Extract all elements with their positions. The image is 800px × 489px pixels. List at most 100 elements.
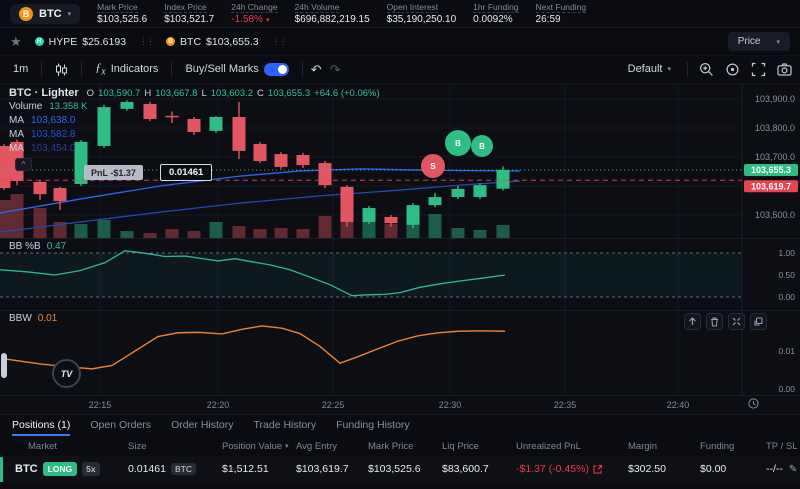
position-row[interactable]: BTC LONG 5x 0.01461BTC $1,512.51 $103,61… <box>0 456 800 482</box>
chevron-down-icon: ▾ <box>667 66 671 73</box>
tab-open-orders[interactable]: Open Orders <box>90 415 151 436</box>
tab-trade-history[interactable]: Trade History <box>254 415 317 436</box>
watch-chip-btc[interactable]: B BTC $103,655.3 <box>166 36 259 48</box>
buy-sell-marks-control: Buy/Sell Marks <box>180 60 293 79</box>
chart-settings-button[interactable] <box>725 62 740 77</box>
chart-toolbar: 1m ƒx Indicators Buy/Sell Marks ↶ ↷ Defa… <box>0 56 800 84</box>
bb-value: 0.47 <box>47 241 66 252</box>
tab-order-history[interactable]: Order History <box>171 415 233 436</box>
buy-sell-marks-toggle[interactable] <box>264 63 289 76</box>
symbol-label[interactable]: BTC · Lighter <box>9 87 79 99</box>
share-pnl-icon[interactable] <box>593 465 602 474</box>
edit-tpsl-icon[interactable]: ✎ <box>789 464 797 475</box>
watch-chip-hype[interactable]: H HYPE $25.6193 <box>35 36 126 48</box>
layout-preset-selector[interactable]: Default ▾ <box>623 61 676 78</box>
ma1-legend-row: MA 103,638.0 <box>9 115 380 129</box>
bbw-tick-label: 0.00 <box>778 384 795 394</box>
time-axis[interactable]: 22:1522:2022:2522:3022:3522:40 <box>0 395 800 414</box>
watchlist-bar: ★ H HYPE $25.6193 ⋮⋮ B BTC $103,655.3 ⋮⋮… <box>0 28 800 56</box>
bbw-pane[interactable]: 0.01 0.00 <box>0 310 800 395</box>
bb-percent-b-pane[interactable]: 1.000.500.00 <box>0 238 800 310</box>
marker-letter: B <box>479 142 485 151</box>
candle-body <box>474 185 487 197</box>
divider <box>41 62 42 77</box>
volume-bar <box>121 231 134 238</box>
volume-bar <box>429 214 442 238</box>
volume-bar <box>188 231 201 238</box>
position-pnl-chip[interactable]: PnL -$1.37 <box>84 165 143 180</box>
screenshot-button[interactable] <box>777 63 792 76</box>
volume-bar <box>166 229 179 238</box>
leverage-badge[interactable]: 5x <box>82 462 99 476</box>
delete-pane-button[interactable] <box>706 313 723 330</box>
tradingview-logo[interactable]: TV <box>52 359 81 388</box>
bb-tick-label: 0.00 <box>778 292 795 302</box>
col-funding: Funding <box>700 441 766 452</box>
time-label: 22:40 <box>667 400 690 410</box>
drag-handle-icon[interactable]: ⋮⋮ <box>272 36 286 47</box>
undo-button[interactable]: ↶ <box>311 63 322 76</box>
bottom-tabs-bar: Positions (1) Open Orders Order History … <box>0 414 800 436</box>
market-selector[interactable]: B BTC ▾ <box>10 4 80 24</box>
divider <box>171 62 172 77</box>
volume-bar <box>297 229 310 238</box>
favorites-star-icon[interactable]: ★ <box>10 34 22 50</box>
bbw-tick-label: 0.01 <box>778 346 795 356</box>
candle-body <box>429 197 442 205</box>
stat-label: Next Funding <box>536 2 587 13</box>
high-key: H <box>144 88 151 99</box>
fullscreen-button[interactable] <box>751 62 766 77</box>
ma-label: MA <box>9 143 24 154</box>
avg-entry-cell: $103,619.7 <box>296 463 368 475</box>
camera-icon <box>777 63 792 76</box>
position-market: BTC <box>15 463 38 475</box>
col-position-value[interactable]: Position Value▾ <box>222 441 296 452</box>
col-avg-entry: Avg Entry <box>296 441 368 452</box>
volume-label: Volume <box>9 101 42 112</box>
redo-button[interactable]: ↷ <box>330 63 341 76</box>
stat-value: $103,525.6 <box>97 15 147 25</box>
candle-style-button[interactable] <box>50 60 73 80</box>
stat-value: $696,882,219.15 <box>295 15 370 25</box>
candle-body <box>54 188 67 201</box>
time-axis-clock-icon[interactable] <box>748 398 759 409</box>
btc-coin-icon: B <box>19 7 33 21</box>
tab-positions[interactable]: Positions (1) <box>12 415 70 436</box>
change-value: +64.6 (+0.06%) <box>314 88 380 99</box>
candlestick-icon <box>55 63 68 77</box>
price-display-selector[interactable]: Price ▾ <box>728 32 790 51</box>
tab-funding-history[interactable]: Funding History <box>336 415 410 436</box>
chevron-down-icon: ▾ <box>68 10 72 18</box>
position-size-chip[interactable]: 0.01461 <box>160 164 212 181</box>
legend-collapse-button[interactable]: ^ <box>15 158 32 171</box>
open-key: O <box>87 88 94 99</box>
toolbar-right-group: Default ▾ <box>623 61 792 78</box>
change-value: -1.58% <box>231 15 263 25</box>
chevron-down-icon: ▾ <box>776 38 780 46</box>
indicators-button[interactable]: ƒx Indicators <box>90 58 163 80</box>
stat-value: $35,190,250.10 <box>387 15 457 25</box>
high-value: 103,667.8 <box>155 88 197 99</box>
ma-label: MA <box>9 129 24 140</box>
chip-price: $103,655.3 <box>206 36 259 48</box>
stat-label: Open Interest <box>387 2 439 13</box>
last-price-badge-label: 103,655.3 <box>751 165 791 175</box>
move-pane-up-button[interactable] <box>684 313 701 330</box>
col-mark-price: Mark Price <box>368 441 442 452</box>
close-value: 103,655.3 <box>268 88 310 99</box>
maximize-pane-button[interactable] <box>750 313 767 330</box>
interval-button[interactable]: 1m <box>8 61 33 78</box>
volume-bar <box>254 229 267 238</box>
drawing-toolbar-toggle[interactable] <box>1 353 7 378</box>
drag-handle-icon[interactable]: ⋮⋮ <box>139 36 153 47</box>
stat-label: Index Price <box>164 2 207 13</box>
tpsl-value: --/-- <box>766 463 783 475</box>
btc-coin-icon: B <box>166 37 175 46</box>
candle-body <box>497 170 510 189</box>
bbw-pane-legend: BBW 0.01 <box>9 313 57 324</box>
collapse-pane-button[interactable] <box>728 313 745 330</box>
margin-cell: $302.50 <box>628 463 700 475</box>
zoom-in-button[interactable] <box>699 62 714 77</box>
marker-letter: S <box>430 162 436 171</box>
candle-body <box>452 189 465 197</box>
